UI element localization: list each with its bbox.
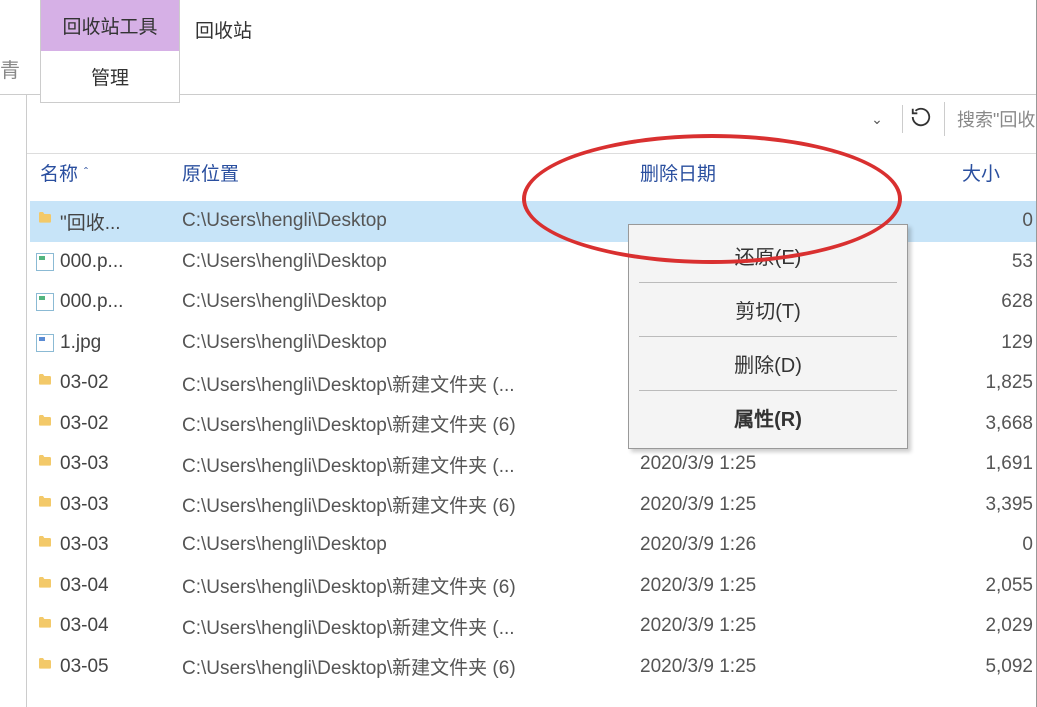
folder-icon (30, 413, 60, 435)
context-menu: 还原(E) 剪切(T) 删除(D) 属性(R) (628, 224, 908, 449)
folder-icon (30, 494, 60, 516)
row-name: 000.p... (60, 251, 182, 273)
row-size: 2,029 (832, 615, 1037, 637)
refresh-icon (910, 106, 932, 133)
folder-icon (30, 615, 60, 637)
column-header-name-label: 名称 (40, 159, 78, 186)
row-date: 2020/3/9 1:25 (632, 575, 832, 597)
folder-icon (30, 656, 60, 678)
row-name: 03-03 (60, 453, 182, 475)
ribbon: 青 回收站工具 管理 回收站 (0, 0, 1037, 95)
window-title: 回收站 (195, 16, 252, 43)
row-location: C:\Users\hengli\Desktop\新建文件夹 (... (182, 613, 632, 640)
image-file-icon (30, 293, 60, 311)
column-header-name[interactable]: 名称 ˆ (40, 143, 182, 201)
row-name: 03-04 (60, 575, 182, 597)
column-headers: 名称 ˆ 原位置 删除日期 大小 (0, 143, 1037, 201)
row-size: 3,395 (832, 494, 1037, 516)
chevron-down-icon: ⌄ (871, 111, 883, 128)
folder-icon (30, 534, 60, 556)
image-file-icon (30, 334, 60, 352)
row-name: 03-03 (60, 494, 182, 516)
row-location: C:\Users\hengli\Desktop\新建文件夹 (6) (182, 653, 632, 680)
ribbon-left-stub: 青 (0, 56, 20, 86)
table-row[interactable]: 03-03C:\Users\hengli\Desktop2020/3/9 1:2… (30, 525, 1037, 566)
row-location: C:\Users\hengli\Desktop (182, 210, 632, 232)
table-row[interactable]: 03-04C:\Users\hengli\Desktop\新建文件夹 (...2… (30, 606, 1037, 647)
sort-asc-icon: ˆ (84, 165, 88, 179)
folder-icon (30, 575, 60, 597)
row-name: 03-04 (60, 615, 182, 637)
column-header-date-deleted[interactable]: 删除日期 (632, 143, 852, 201)
row-size: 1,691 (832, 453, 1037, 475)
column-header-size[interactable]: 大小 (852, 143, 1037, 201)
address-row: ⌄ 搜索"回收 (0, 95, 1037, 143)
context-menu-properties[interactable]: 属性(R) (629, 391, 907, 444)
row-name: "回收... (60, 208, 182, 235)
folder-icon (30, 372, 60, 394)
row-name: 03-05 (60, 656, 182, 678)
row-size: 2,055 (832, 575, 1037, 597)
row-name: 03-02 (60, 413, 182, 435)
row-location: C:\Users\hengli\Desktop\新建文件夹 (6) (182, 572, 632, 599)
folder-icon (30, 453, 60, 475)
breadcrumb-dropdown-button[interactable]: ⌄ (866, 108, 888, 130)
row-date: 2020/3/9 1:26 (632, 534, 832, 556)
table-row[interactable]: 03-03C:\Users\hengli\Desktop\新建文件夹 (6)20… (30, 485, 1037, 526)
table-row[interactable]: 03-05C:\Users\hengli\Desktop\新建文件夹 (6)20… (30, 647, 1037, 688)
row-location: C:\Users\hengli\Desktop\新建文件夹 (... (182, 451, 632, 478)
refresh-button[interactable] (902, 105, 930, 133)
row-name: 1.jpg (60, 332, 182, 354)
row-location: C:\Users\hengli\Desktop (182, 332, 632, 354)
context-menu-delete[interactable]: 删除(D) (629, 337, 907, 390)
row-size: 0 (832, 534, 1037, 556)
row-date: 2020/3/9 1:25 (632, 494, 832, 516)
row-date: 2020/3/9 1:25 (632, 453, 832, 475)
row-location: C:\Users\hengli\Desktop\新建文件夹 (6) (182, 491, 632, 518)
row-size: 5,092 (832, 656, 1037, 678)
row-location: C:\Users\hengli\Desktop (182, 291, 632, 313)
row-location: C:\Users\hengli\Desktop\新建文件夹 (... (182, 370, 632, 397)
row-name: 03-02 (60, 372, 182, 394)
row-name: 03-03 (60, 534, 182, 556)
image-file-icon (30, 253, 60, 271)
ribbon-tab-group: 回收站工具 管理 (40, 0, 180, 103)
context-menu-cut[interactable]: 剪切(T) (629, 283, 907, 336)
folder-icon (30, 210, 60, 232)
ribbon-context-tab[interactable]: 回收站工具 (41, 0, 179, 51)
row-date: 2020/3/9 1:25 (632, 656, 832, 678)
row-name: 000.p... (60, 291, 182, 313)
context-menu-restore[interactable]: 还原(E) (629, 229, 907, 282)
row-date: 2020/3/9 1:25 (632, 615, 832, 637)
row-location: C:\Users\hengli\Desktop\新建文件夹 (6) (182, 410, 632, 437)
row-location: C:\Users\hengli\Desktop (182, 251, 632, 273)
row-location: C:\Users\hengli\Desktop (182, 534, 632, 556)
column-header-location[interactable]: 原位置 (182, 143, 632, 201)
search-input[interactable]: 搜索"回收 (944, 102, 1037, 136)
table-row[interactable]: 03-03C:\Users\hengli\Desktop\新建文件夹 (...2… (30, 444, 1037, 485)
table-row[interactable]: 03-04C:\Users\hengli\Desktop\新建文件夹 (6)20… (30, 566, 1037, 607)
